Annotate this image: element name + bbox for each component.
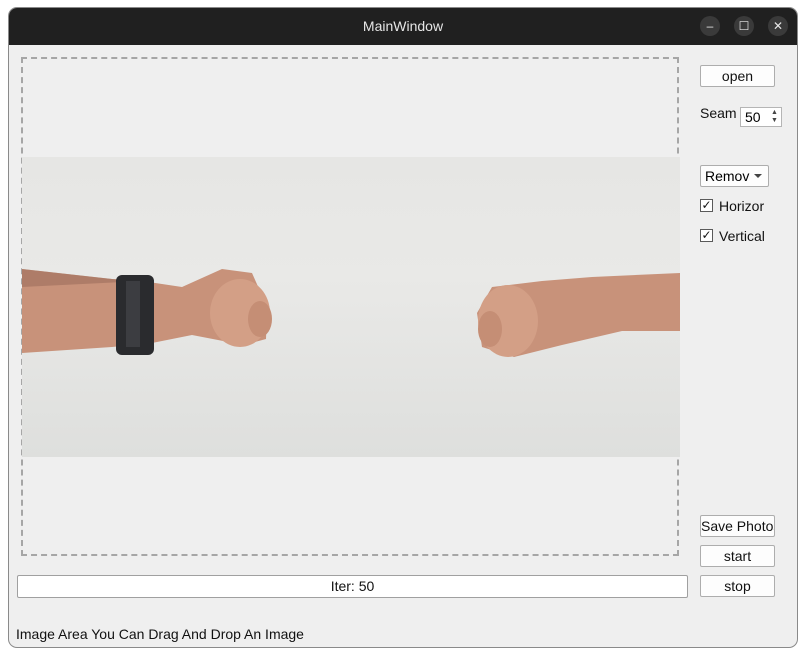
- window-title: MainWindow: [362, 18, 444, 34]
- minimize-button[interactable]: –: [700, 16, 720, 36]
- chevron-down-icon: [754, 174, 762, 178]
- vertical-checkbox[interactable]: ✓: [700, 229, 713, 242]
- main-window: MainWindow – ☐ ✕ open Seam 50 ▲ ▼ Remov …: [9, 8, 797, 647]
- close-button[interactable]: ✕: [768, 16, 788, 36]
- spin-arrows-icon[interactable]: ▲ ▼: [769, 109, 780, 125]
- seam-spinbox[interactable]: 50 ▲ ▼: [740, 107, 782, 127]
- status-text: Image Area You Can Drag And Drop An Imag…: [16, 626, 304, 642]
- minimize-icon: –: [706, 19, 714, 33]
- progress-bar: Iter: 50: [17, 575, 688, 598]
- maximize-icon: ☐: [738, 19, 750, 33]
- fists-photo: [22, 269, 680, 357]
- maximize-button[interactable]: ☐: [734, 16, 754, 36]
- close-icon: ✕: [772, 19, 784, 33]
- start-button[interactable]: start: [700, 545, 775, 567]
- horizontal-label: Horizor: [719, 198, 765, 214]
- mode-dropdown[interactable]: Remov: [700, 165, 769, 187]
- open-button[interactable]: open: [700, 65, 775, 87]
- vertical-label: Vertical: [719, 228, 765, 244]
- horizontal-checkbox[interactable]: ✓: [700, 199, 713, 212]
- save-photos-button[interactable]: Save Photos: [700, 515, 775, 537]
- image-preview: [22, 157, 680, 457]
- seam-label: Seam: [700, 105, 737, 121]
- stop-button[interactable]: stop: [700, 575, 775, 597]
- title-bar: MainWindow – ☐ ✕: [9, 8, 797, 45]
- seam-value: 50: [745, 109, 761, 125]
- mode-value: Remov: [705, 168, 750, 184]
